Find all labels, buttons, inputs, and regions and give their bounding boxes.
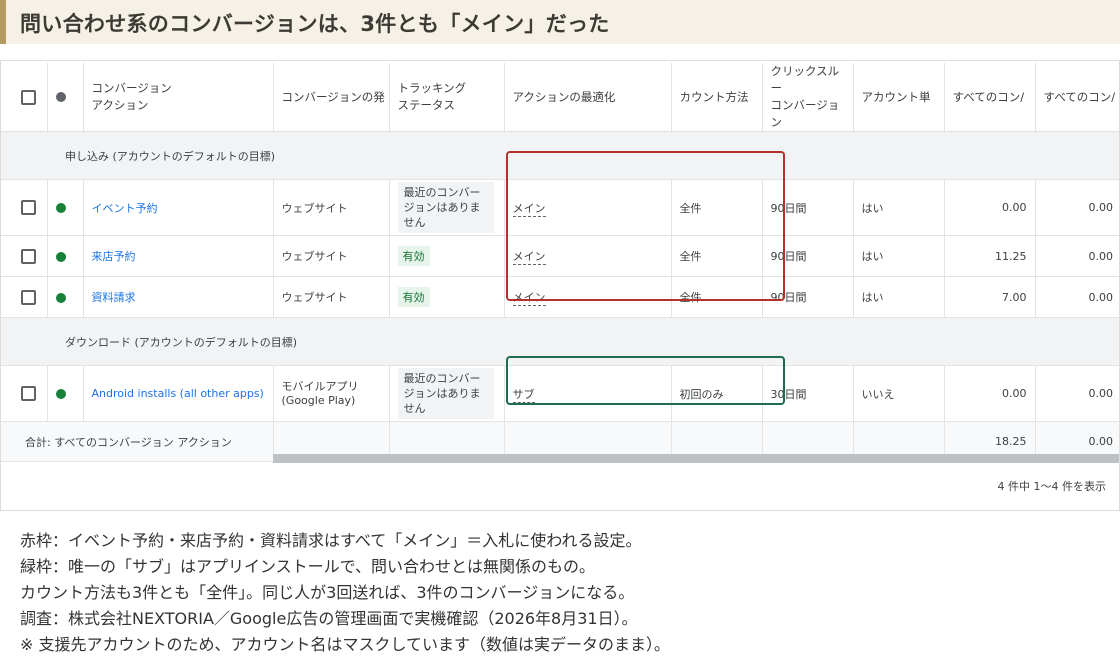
col-click-through-window[interactable]: クリックスルー コンバージョン bbox=[762, 63, 854, 132]
col-tracking-status[interactable]: トラッキング ステータス bbox=[389, 63, 505, 132]
row-checkbox[interactable] bbox=[21, 200, 36, 215]
pagination-text: 4 件中 1～4 件を表示 bbox=[997, 480, 1107, 493]
table-header-row: コンバージョン アクション コンバージョンの発 トラッキング ステータス アクシ… bbox=[1, 63, 1119, 132]
source-cell: ウェブサイト bbox=[273, 179, 390, 236]
account-level-cell: はい bbox=[853, 235, 945, 277]
status-dot-icon bbox=[55, 251, 66, 262]
account-level-cell: いいえ bbox=[853, 365, 945, 422]
article-heading: 問い合わせ系のコンバージョンは、3件とも「メイン」だった bbox=[0, 0, 1120, 44]
all-conversions-cell: 11.25 bbox=[944, 235, 1036, 277]
total-label: 合計: すべてのコンバージョン アクション bbox=[1, 421, 274, 462]
sub-highlight-box bbox=[506, 356, 785, 405]
all-conversions-2-cell: 0.00 bbox=[1035, 179, 1119, 236]
note-line: 緑枠：唯一の「サブ」はアプリインストールで、問い合わせとは無関係のもの。 bbox=[20, 557, 596, 576]
all-conversions-cell: 7.00 bbox=[944, 276, 1036, 318]
all-conversions-cell: 0.00 bbox=[944, 179, 1036, 236]
col-all-conversions-2[interactable]: すべてのコン/ bbox=[1035, 63, 1119, 132]
col-optimization[interactable]: アクションの最適化 bbox=[504, 63, 672, 132]
tracking-status: 最近のコンバージョンはありません bbox=[397, 368, 494, 419]
col-account-level[interactable]: アカウント単 bbox=[853, 63, 945, 132]
col-source[interactable]: コンバージョンの発 bbox=[273, 63, 390, 132]
note-line: 赤枠：イベント予約・来店予約・資料請求はすべて「メイン」＝入札に使われる設定。 bbox=[20, 531, 642, 550]
action-name-link[interactable]: イベント予約 bbox=[92, 202, 158, 215]
account-level-cell: はい bbox=[853, 179, 945, 236]
select-all-checkbox[interactable] bbox=[21, 89, 36, 105]
col-conversion-action[interactable]: コンバージョン アクション bbox=[83, 63, 274, 132]
source-cell: モバイルアプリ (Google Play) bbox=[273, 365, 390, 422]
all-conversions-2-cell: 0.00 bbox=[1035, 365, 1119, 422]
source-cell: ウェブサイト bbox=[273, 235, 390, 277]
status-dot-icon bbox=[55, 389, 66, 399]
action-name-link[interactable]: 資料請求 bbox=[92, 291, 136, 304]
status-dot-icon bbox=[55, 203, 66, 213]
col-all-conversions[interactable]: すべてのコン/ bbox=[944, 63, 1036, 132]
tracking-status: 有効 bbox=[397, 246, 430, 266]
action-name-link[interactable]: Android installs (all other apps) bbox=[92, 387, 264, 400]
action-name-link[interactable]: 来店予約 bbox=[92, 250, 136, 263]
all-conversions-2-cell: 0.00 bbox=[1035, 235, 1119, 277]
tracking-status: 最近のコンバージョンはありません bbox=[397, 182, 494, 233]
page: 問い合わせ系のコンバージョンは、3件とも「メイン」だった コンバージョン アクシ… bbox=[0, 0, 1120, 668]
caption-notes: 赤枠：イベント予約・来店予約・資料請求はすべて「メイン」＝入札に使われる設定。 … bbox=[20, 528, 670, 658]
row-checkbox[interactable] bbox=[21, 248, 36, 264]
status-dot-icon bbox=[55, 92, 66, 102]
all-conversions-2-cell: 0.00 bbox=[1035, 276, 1119, 318]
source-cell: ウェブサイト bbox=[273, 276, 390, 318]
account-level-cell: はい bbox=[853, 276, 945, 318]
note-line: 調査：株式会社NEXTORIA／Google広告の管理画面で実機確認（2026年… bbox=[20, 609, 638, 628]
heading-text: 問い合わせ系のコンバージョンは、3件とも「メイン」だった bbox=[20, 12, 610, 36]
main-highlight-box bbox=[506, 151, 785, 301]
horizontal-scrollbar[interactable] bbox=[273, 454, 1119, 463]
all-conversions-cell: 0.00 bbox=[944, 365, 1036, 422]
tracking-status: 有効 bbox=[397, 287, 430, 307]
col-count-method[interactable]: カウント方法 bbox=[671, 63, 763, 132]
note-line: ※ 支援先アカウントのため、アカウント名はマスクしています（数値は実データのまま… bbox=[20, 635, 671, 654]
note-line: カウント方法も3件とも「全件」。同じ人が3回送れば、3件のコンバージョンになる。 bbox=[20, 583, 635, 602]
row-checkbox[interactable] bbox=[21, 289, 36, 305]
status-dot-icon bbox=[55, 292, 66, 303]
row-checkbox[interactable] bbox=[21, 386, 36, 401]
